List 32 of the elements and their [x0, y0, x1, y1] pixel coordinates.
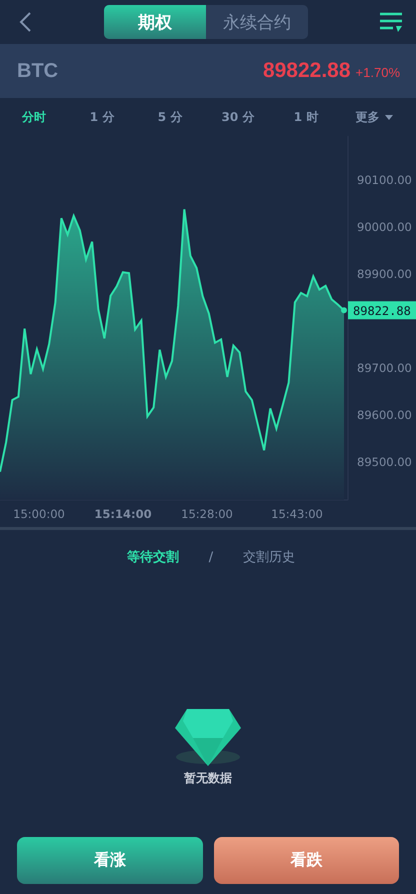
y-axis-label: 89500.00 [357, 454, 412, 469]
current-point-icon [341, 307, 347, 314]
price-change: +1.70% [356, 65, 400, 80]
y-axis-label: 90100.00 [357, 173, 412, 188]
period-tab[interactable]: 5 分 [156, 106, 184, 128]
filter-menu-icon[interactable] [380, 11, 402, 33]
period-tab[interactable]: 1 时 [292, 106, 320, 128]
x-axis-label: 15:00:00 [13, 507, 65, 521]
y-axis-label: 90000.00 [357, 220, 412, 234]
period-tab[interactable]: 1 分 [88, 106, 116, 128]
order-tab[interactable]: 交割历史 [237, 547, 302, 567]
diamond-icon [175, 709, 241, 766]
tab-separator: / [208, 550, 214, 564]
x-axis-label: 15:14:00 [94, 507, 152, 521]
order-tab[interactable]: 等待交割 [120, 547, 185, 567]
price-tag: 89822.88 [348, 301, 416, 320]
period-tab[interactable]: 30 分 [220, 106, 256, 128]
y-axis-label: 89900.00 [357, 267, 412, 282]
segment-tab[interactable]: 永续合约 [206, 5, 308, 39]
back-icon[interactable] [18, 11, 32, 33]
y-axis-label: 89700.00 [357, 361, 412, 376]
x-axis-label: 15:43:00 [271, 507, 323, 521]
current-price: 89822.88 [262, 59, 351, 83]
trade-button[interactable]: 看跌 [214, 837, 399, 884]
x-axis-label: 15:28:00 [181, 507, 233, 521]
y-axis-label: 89600.00 [357, 408, 412, 422]
period-tab[interactable]: 分时 [20, 106, 48, 128]
symbol-name: BTC [17, 60, 58, 82]
trade-button[interactable]: 看涨 [17, 837, 202, 884]
period-tab[interactable]: 更多 [354, 106, 394, 128]
segment-tab[interactable]: 期权 [104, 5, 206, 39]
empty-message: 暂无数据 [184, 770, 232, 787]
